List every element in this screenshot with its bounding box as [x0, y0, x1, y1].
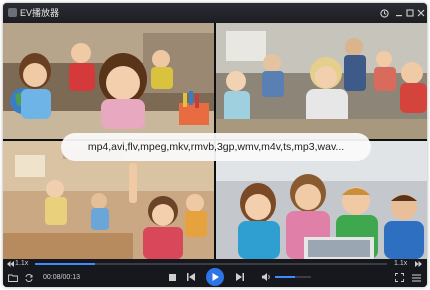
fullscreen-icon[interactable] [394, 272, 405, 283]
control-bar: 1.1x 1.1x 00:08/00:13 [3, 259, 427, 287]
video-frame-top-left [3, 23, 214, 139]
video-frame-top-right [216, 23, 427, 139]
supported-formats-overlay: mp4,avi,flv,mpeg,mkv,rmvb,3gp,wmv,m4v,ts… [61, 133, 371, 161]
playlist-icon[interactable] [411, 272, 422, 283]
play-icon [212, 273, 219, 281]
previous-icon[interactable] [186, 272, 196, 282]
next-icon[interactable] [235, 272, 245, 282]
volume-level [275, 276, 295, 278]
player-window: EV播放器 mp4,avi,flv,mpeg,mkv,rmvb,3gp,wmv,… [3, 3, 427, 287]
app-logo-icon [8, 8, 17, 17]
loop-icon[interactable] [23, 272, 34, 283]
app-title: EV播放器 [20, 8, 60, 18]
close-icon[interactable] [413, 5, 427, 21]
title-bar[interactable]: EV播放器 [3, 3, 427, 23]
seek-bar[interactable] [35, 263, 387, 265]
seek-progress [35, 263, 95, 265]
video-area[interactable]: mp4,avi,flv,mpeg,mkv,rmvb,3gp,wmv,m4v,ts… [3, 23, 427, 259]
stop-icon[interactable] [167, 272, 177, 282]
speed-up-icon[interactable] [413, 259, 423, 269]
speed-up-label[interactable]: 1.1x [394, 259, 407, 269]
speed-down-icon[interactable] [6, 259, 14, 269]
history-icon[interactable] [376, 5, 392, 21]
speed-down-label[interactable]: 1.1x [15, 259, 28, 269]
volume-icon[interactable] [261, 272, 272, 282]
folder-icon[interactable] [7, 272, 18, 283]
play-button[interactable] [206, 268, 224, 286]
timecode: 00:08/00:13 [43, 274, 80, 281]
volume-slider[interactable] [275, 276, 311, 278]
